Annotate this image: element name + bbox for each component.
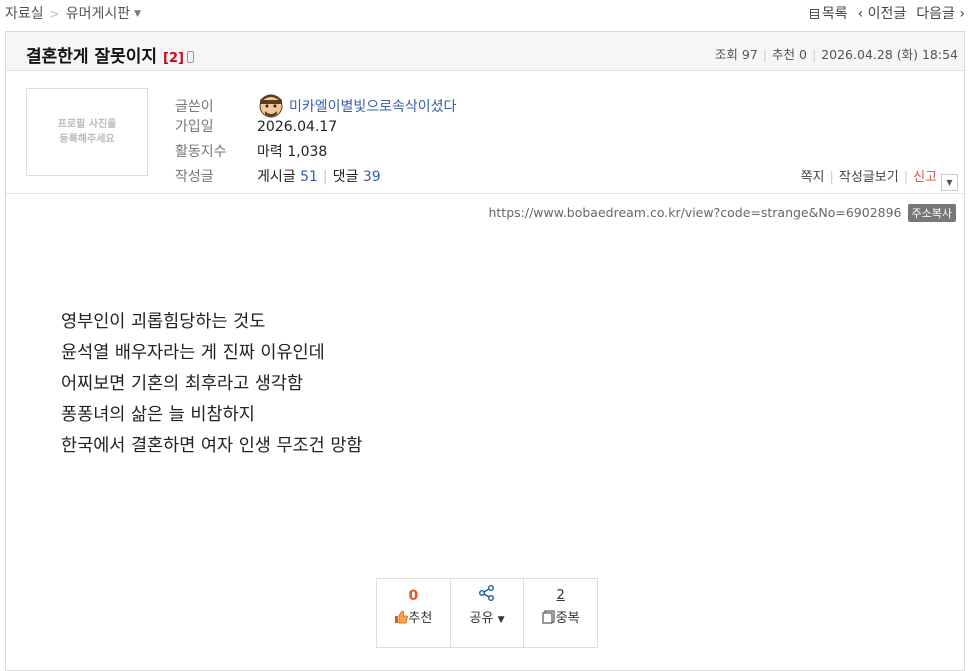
recommend-label: 추천: [772, 47, 796, 62]
content-line: 영부인이 괴롭힘당하는 것도: [61, 312, 266, 332]
post-content: 영부인이 괴롭힘당하는 것도 윤석열 배우자라는 게 진짜 이유인데 어찌보면 …: [61, 307, 363, 462]
avatar-icon: [259, 94, 283, 118]
chevron-down-icon[interactable]: ▼: [134, 9, 141, 19]
duplicate-count[interactable]: 2: [557, 588, 565, 603]
activity-value: 마력 1,038: [257, 144, 328, 160]
recommend-button-label: 추천: [408, 611, 433, 626]
content-line: 윤석열 배우자라는 게 진짜 이유인데: [61, 343, 325, 363]
content-line: 퐁퐁녀의 삶은 늘 비참하지: [61, 405, 255, 425]
report-link[interactable]: 신고: [913, 170, 937, 185]
recommend-count: 0: [799, 47, 807, 62]
breadcrumb: 자료실 > 유머게시판 ▼: [5, 3, 141, 23]
views-label: 조회: [714, 47, 738, 62]
share-icon: [479, 585, 494, 601]
comment-count[interactable]: [2]: [163, 51, 184, 66]
posts-text: 게시글: [257, 169, 296, 185]
post-datetime: 2026.04.28 (화) 18:54: [821, 47, 958, 62]
post-header: 결혼한게 잘못이지 [2] 조회 97 | 추천 0 | 2026.04.28 (화) 1…: [6, 32, 964, 71]
post-frame: 결혼한게 잘못이지 [2] 조회 97 | 추천 0 | 2026.04.28 (화) 1…: [5, 31, 965, 671]
list-icon: [809, 9, 819, 19]
activity-label: 활동지수: [175, 144, 227, 160]
joined-date: 2026.04.17: [257, 119, 338, 135]
thumbs-up-icon: [395, 610, 409, 624]
chevron-down-icon: ▼: [497, 615, 505, 625]
profile-photo-placeholder: 프로필 사진을등록해주세요: [26, 88, 148, 176]
post-title-text: 결혼한게 잘못이지: [26, 47, 158, 67]
posts-count[interactable]: 51: [300, 169, 318, 185]
author-info: 프로필 사진을등록해주세요 글쓴이 미카엘이별빛으로속삭이셨다 가입일 2026.0…: [6, 71, 964, 194]
writer-value[interactable]: 미카엘이별빛으로속삭이셨다: [257, 94, 456, 118]
content-line: 한국에서 결혼하면 여자 인생 무조건 망함: [61, 436, 363, 456]
posts-summary: 게시글 51 | 댓글 39: [257, 169, 381, 185]
post-navigation: 목록 ‹ 이전글 다음글 ›: [800, 3, 965, 23]
post-url-bar: https://www.bobaedream.co.kr/view?code=s…: [488, 204, 956, 222]
posts-label: 작성글: [175, 169, 214, 185]
message-link[interactable]: 쪽지: [801, 170, 825, 185]
post-url: https://www.bobaedream.co.kr/view?code=s…: [488, 205, 902, 220]
duplicate-icon: [542, 610, 555, 624]
dropdown-icon[interactable]: ▼: [941, 174, 958, 191]
content-line: 어찌보면 기혼의 최후라고 생각함: [61, 374, 304, 394]
photo-placeholder-line1: 프로필 사진을: [57, 119, 117, 130]
next-post-link[interactable]: 다음글 ›: [916, 6, 965, 22]
view-posts-link[interactable]: 작성글보기: [839, 170, 899, 185]
vote-box: 0 추천 공유 ▼ 2 중복: [376, 578, 598, 648]
share-button-label: 공유: [469, 611, 494, 626]
top-bar: 자료실 > 유머게시판 ▼ 목록 ‹ 이전글 다음글 ›: [0, 0, 971, 26]
list-link[interactable]: 목록: [809, 6, 848, 22]
prev-post-link[interactable]: ‹ 이전글: [858, 6, 907, 22]
share-button[interactable]: 공유 ▼: [451, 579, 525, 647]
author-details: 글쓴이 미카엘이별빛으로속삭이셨다 가입일 2026.04.17 활동지수 마력 1,…: [175, 91, 456, 191]
post-meta: 조회 97 | 추천 0 | 2026.04.28 (화) 18:54: [714, 47, 958, 62]
comments-text: 댓글: [332, 169, 359, 185]
author-actions: 쪽지 | 작성글보기 | 신고 ▼: [801, 166, 958, 191]
copy-url-button[interactable]: 주소복사: [907, 204, 956, 222]
breadcrumb-board[interactable]: 유머게시판: [66, 6, 130, 22]
recommend-button[interactable]: 0 추천: [377, 579, 451, 647]
photo-placeholder-line2: 등록해주세요: [59, 134, 115, 145]
mobile-icon: [186, 51, 194, 63]
joined-label: 가입일: [175, 119, 214, 135]
views-count: 97: [741, 47, 758, 62]
breadcrumb-separator: >: [49, 7, 60, 21]
writer-label: 글쓴이: [175, 99, 214, 115]
duplicate-button[interactable]: 2 중복: [524, 579, 597, 647]
post-title: 결혼한게 잘못이지 [2]: [26, 42, 194, 67]
recommend-count-display: 0: [408, 588, 419, 604]
breadcrumb-root[interactable]: 자료실: [5, 6, 44, 22]
duplicate-button-label: 중복: [555, 611, 580, 626]
author-nickname[interactable]: 미카엘이별빛으로속삭이셨다: [289, 99, 456, 115]
comments-count[interactable]: 39: [363, 169, 381, 185]
